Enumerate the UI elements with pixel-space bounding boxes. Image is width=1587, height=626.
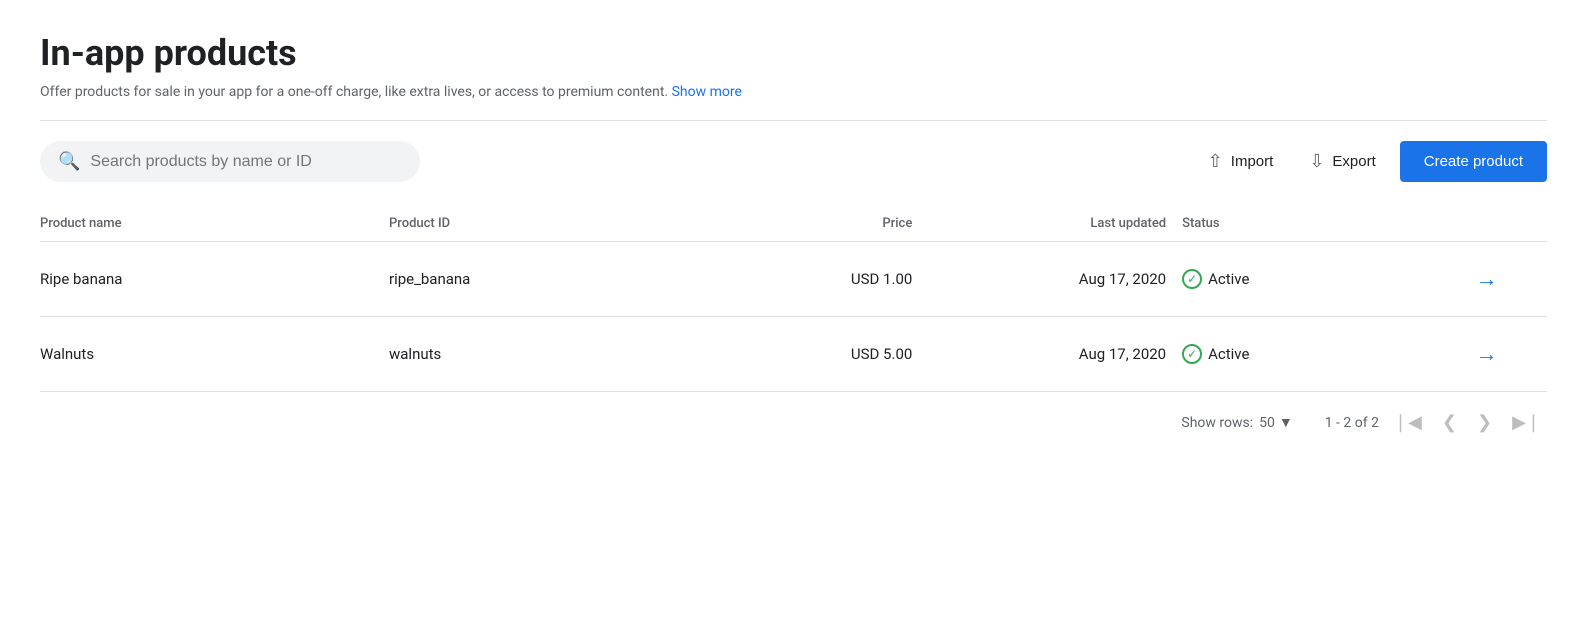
table-body: Ripe banana ripe_banana USD 1.00 Aug 17,…: [40, 242, 1547, 392]
search-box: 🔍: [40, 141, 420, 182]
show-rows-control: Show rows: 50 ▼: [1181, 414, 1292, 431]
import-button[interactable]: ⇧ Import: [1196, 143, 1286, 180]
pagination-row: Show rows: 50 ▼ 1 - 2 of 2 ❘◀ ❮ ❯ ▶❘: [40, 392, 1547, 445]
cell-id-0: ripe_banana: [389, 242, 738, 317]
toolbar: 🔍 ⇧ Import ⇩ Export Create product: [40, 141, 1547, 182]
col-header-id: Product ID: [389, 206, 738, 242]
status-badge-0: ✓ Active: [1182, 269, 1249, 289]
prev-page-button[interactable]: ❮: [1436, 408, 1463, 437]
export-label: Export: [1332, 153, 1375, 170]
table-row: Ripe banana ripe_banana USD 1.00 Aug 17,…: [40, 242, 1547, 317]
first-page-button[interactable]: ❘◀: [1387, 408, 1428, 437]
col-header-price: Price: [738, 206, 928, 242]
show-more-link[interactable]: Show more: [672, 84, 742, 100]
status-label-1: Active: [1208, 345, 1249, 363]
row-arrow-button-0[interactable]: →: [1468, 262, 1506, 296]
cell-action-0: →: [1468, 242, 1547, 317]
check-circle-icon-1: ✓: [1182, 344, 1202, 364]
rows-per-page-select[interactable]: 50 ▼: [1259, 414, 1293, 431]
search-input[interactable]: [90, 153, 402, 171]
cell-price-1: USD 5.00: [738, 317, 928, 392]
rows-per-page-value: 50: [1259, 415, 1275, 431]
page-info: 1 - 2 of 2: [1325, 415, 1379, 431]
col-header-action: [1468, 206, 1547, 242]
table-header: Product name Product ID Price Last updat…: [40, 206, 1547, 242]
last-page-button[interactable]: ▶❘: [1506, 408, 1547, 437]
cell-updated-0: Aug 17, 2020: [928, 242, 1182, 317]
table-row: Walnuts walnuts USD 5.00 Aug 17, 2020 ✓ …: [40, 317, 1547, 392]
cell-id-1: walnuts: [389, 317, 738, 392]
export-icon: ⇩: [1309, 151, 1324, 172]
subtitle-text: Offer products for sale in your app for …: [40, 84, 668, 100]
cell-action-1: →: [1468, 317, 1547, 392]
col-header-status: Status: [1182, 206, 1468, 242]
col-header-name: Product name: [40, 206, 389, 242]
cell-name-0: Ripe banana: [40, 242, 389, 317]
cell-status-0: ✓ Active: [1182, 242, 1468, 317]
header-divider: [40, 120, 1547, 121]
check-circle-icon-0: ✓: [1182, 269, 1202, 289]
cell-updated-1: Aug 17, 2020: [928, 317, 1182, 392]
status-label-0: Active: [1208, 270, 1249, 288]
products-table: Product name Product ID Price Last updat…: [40, 206, 1547, 392]
cell-status-1: ✓ Active: [1182, 317, 1468, 392]
create-product-button[interactable]: Create product: [1400, 141, 1547, 182]
show-rows-label: Show rows:: [1181, 415, 1253, 431]
col-header-updated: Last updated: [928, 206, 1182, 242]
cell-price-0: USD 1.00: [738, 242, 928, 317]
import-label: Import: [1231, 153, 1274, 170]
page-title: In-app products: [40, 32, 1547, 74]
row-arrow-button-1[interactable]: →: [1468, 337, 1506, 371]
search-icon: 🔍: [58, 151, 80, 172]
cell-name-1: Walnuts: [40, 317, 389, 392]
page-subtitle: Offer products for sale in your app for …: [40, 84, 1547, 100]
status-badge-1: ✓ Active: [1182, 344, 1249, 364]
export-button[interactable]: ⇩ Export: [1297, 143, 1387, 180]
rows-dropdown-icon: ▼: [1279, 414, 1293, 431]
import-icon: ⇧: [1208, 151, 1223, 172]
next-page-button[interactable]: ❯: [1471, 408, 1498, 437]
page-container: In-app products Offer products for sale …: [0, 0, 1587, 469]
